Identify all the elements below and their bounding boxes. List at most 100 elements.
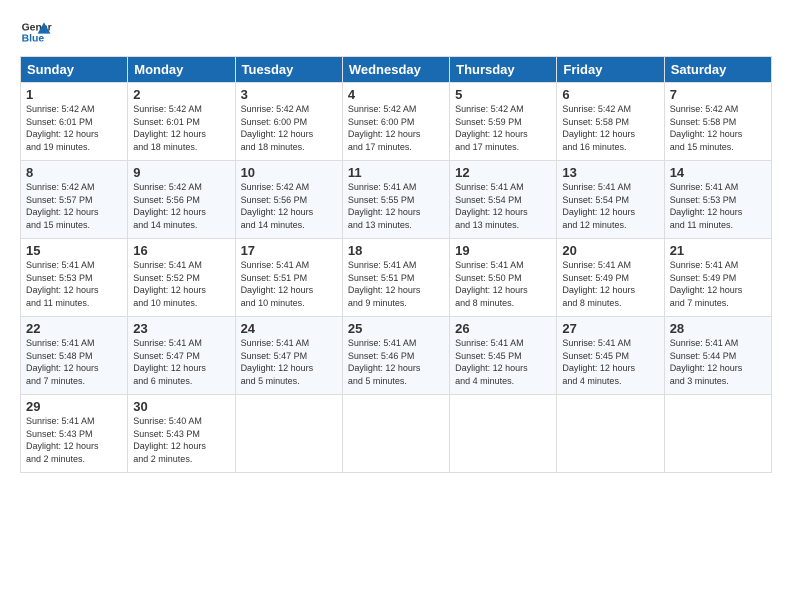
day-info: Sunrise: 5:41 AM Sunset: 5:43 PM Dayligh… [26, 415, 122, 465]
day-info: Sunrise: 5:42 AM Sunset: 6:00 PM Dayligh… [348, 103, 444, 153]
day-number: 20 [562, 243, 658, 258]
svg-text:Blue: Blue [22, 34, 45, 45]
calendar-cell: 25Sunrise: 5:41 AM Sunset: 5:46 PM Dayli… [342, 317, 449, 395]
day-number: 2 [133, 87, 229, 102]
weekday-header-friday: Friday [557, 57, 664, 83]
day-info: Sunrise: 5:41 AM Sunset: 5:44 PM Dayligh… [670, 337, 766, 387]
logo: General Blue [20, 16, 52, 48]
day-info: Sunrise: 5:41 AM Sunset: 5:54 PM Dayligh… [455, 181, 551, 231]
day-number: 15 [26, 243, 122, 258]
calendar-cell: 4Sunrise: 5:42 AM Sunset: 6:00 PM Daylig… [342, 83, 449, 161]
day-info: Sunrise: 5:41 AM Sunset: 5:53 PM Dayligh… [670, 181, 766, 231]
day-info: Sunrise: 5:41 AM Sunset: 5:49 PM Dayligh… [670, 259, 766, 309]
day-info: Sunrise: 5:41 AM Sunset: 5:53 PM Dayligh… [26, 259, 122, 309]
day-info: Sunrise: 5:42 AM Sunset: 5:56 PM Dayligh… [133, 181, 229, 231]
day-number: 9 [133, 165, 229, 180]
day-info: Sunrise: 5:41 AM Sunset: 5:51 PM Dayligh… [241, 259, 337, 309]
day-info: Sunrise: 5:42 AM Sunset: 5:56 PM Dayligh… [241, 181, 337, 231]
day-number: 7 [670, 87, 766, 102]
day-info: Sunrise: 5:42 AM Sunset: 6:01 PM Dayligh… [133, 103, 229, 153]
calendar-cell: 10Sunrise: 5:42 AM Sunset: 5:56 PM Dayli… [235, 161, 342, 239]
calendar-cell: 14Sunrise: 5:41 AM Sunset: 5:53 PM Dayli… [664, 161, 771, 239]
calendar-cell: 13Sunrise: 5:41 AM Sunset: 5:54 PM Dayli… [557, 161, 664, 239]
day-info: Sunrise: 5:41 AM Sunset: 5:50 PM Dayligh… [455, 259, 551, 309]
calendar-cell: 29Sunrise: 5:41 AM Sunset: 5:43 PM Dayli… [21, 395, 128, 473]
day-info: Sunrise: 5:42 AM Sunset: 5:59 PM Dayligh… [455, 103, 551, 153]
calendar-table: SundayMondayTuesdayWednesdayThursdayFrid… [20, 56, 772, 473]
calendar-cell: 9Sunrise: 5:42 AM Sunset: 5:56 PM Daylig… [128, 161, 235, 239]
calendar-page: General Blue SundayMondayTuesdayWednesda… [0, 0, 792, 612]
day-number: 5 [455, 87, 551, 102]
day-number: 4 [348, 87, 444, 102]
calendar-cell [235, 395, 342, 473]
day-info: Sunrise: 5:41 AM Sunset: 5:45 PM Dayligh… [455, 337, 551, 387]
calendar-cell: 8Sunrise: 5:42 AM Sunset: 5:57 PM Daylig… [21, 161, 128, 239]
day-info: Sunrise: 5:41 AM Sunset: 5:51 PM Dayligh… [348, 259, 444, 309]
calendar-cell: 26Sunrise: 5:41 AM Sunset: 5:45 PM Dayli… [450, 317, 557, 395]
day-number: 27 [562, 321, 658, 336]
day-info: Sunrise: 5:41 AM Sunset: 5:47 PM Dayligh… [133, 337, 229, 387]
day-number: 22 [26, 321, 122, 336]
calendar-cell: 2Sunrise: 5:42 AM Sunset: 6:01 PM Daylig… [128, 83, 235, 161]
day-number: 8 [26, 165, 122, 180]
calendar-cell: 27Sunrise: 5:41 AM Sunset: 5:45 PM Dayli… [557, 317, 664, 395]
day-number: 21 [670, 243, 766, 258]
weekday-header-saturday: Saturday [664, 57, 771, 83]
day-info: Sunrise: 5:42 AM Sunset: 6:00 PM Dayligh… [241, 103, 337, 153]
day-number: 12 [455, 165, 551, 180]
day-number: 13 [562, 165, 658, 180]
calendar-cell: 21Sunrise: 5:41 AM Sunset: 5:49 PM Dayli… [664, 239, 771, 317]
weekday-header-wednesday: Wednesday [342, 57, 449, 83]
calendar-cell: 22Sunrise: 5:41 AM Sunset: 5:48 PM Dayli… [21, 317, 128, 395]
weekday-header-monday: Monday [128, 57, 235, 83]
calendar-cell: 15Sunrise: 5:41 AM Sunset: 5:53 PM Dayli… [21, 239, 128, 317]
calendar-cell: 23Sunrise: 5:41 AM Sunset: 5:47 PM Dayli… [128, 317, 235, 395]
calendar-cell [450, 395, 557, 473]
calendar-cell: 28Sunrise: 5:41 AM Sunset: 5:44 PM Dayli… [664, 317, 771, 395]
calendar-cell: 30Sunrise: 5:40 AM Sunset: 5:43 PM Dayli… [128, 395, 235, 473]
weekday-header-sunday: Sunday [21, 57, 128, 83]
day-info: Sunrise: 5:42 AM Sunset: 5:58 PM Dayligh… [670, 103, 766, 153]
day-number: 26 [455, 321, 551, 336]
day-number: 25 [348, 321, 444, 336]
calendar-cell: 3Sunrise: 5:42 AM Sunset: 6:00 PM Daylig… [235, 83, 342, 161]
calendar-cell [342, 395, 449, 473]
day-number: 3 [241, 87, 337, 102]
day-info: Sunrise: 5:42 AM Sunset: 6:01 PM Dayligh… [26, 103, 122, 153]
day-number: 30 [133, 399, 229, 414]
calendar-cell: 20Sunrise: 5:41 AM Sunset: 5:49 PM Dayli… [557, 239, 664, 317]
calendar-cell: 18Sunrise: 5:41 AM Sunset: 5:51 PM Dayli… [342, 239, 449, 317]
day-info: Sunrise: 5:41 AM Sunset: 5:54 PM Dayligh… [562, 181, 658, 231]
day-info: Sunrise: 5:41 AM Sunset: 5:55 PM Dayligh… [348, 181, 444, 231]
day-number: 19 [455, 243, 551, 258]
weekday-header-thursday: Thursday [450, 57, 557, 83]
day-number: 16 [133, 243, 229, 258]
logo-icon: General Blue [20, 16, 52, 48]
day-number: 18 [348, 243, 444, 258]
day-number: 14 [670, 165, 766, 180]
calendar-cell: 17Sunrise: 5:41 AM Sunset: 5:51 PM Dayli… [235, 239, 342, 317]
calendar-cell [664, 395, 771, 473]
calendar-cell: 1Sunrise: 5:42 AM Sunset: 6:01 PM Daylig… [21, 83, 128, 161]
day-info: Sunrise: 5:41 AM Sunset: 5:47 PM Dayligh… [241, 337, 337, 387]
day-number: 11 [348, 165, 444, 180]
day-number: 28 [670, 321, 766, 336]
calendar-cell: 11Sunrise: 5:41 AM Sunset: 5:55 PM Dayli… [342, 161, 449, 239]
day-info: Sunrise: 5:41 AM Sunset: 5:46 PM Dayligh… [348, 337, 444, 387]
day-info: Sunrise: 5:41 AM Sunset: 5:48 PM Dayligh… [26, 337, 122, 387]
weekday-header-tuesday: Tuesday [235, 57, 342, 83]
day-info: Sunrise: 5:42 AM Sunset: 5:58 PM Dayligh… [562, 103, 658, 153]
day-number: 10 [241, 165, 337, 180]
calendar-cell: 16Sunrise: 5:41 AM Sunset: 5:52 PM Dayli… [128, 239, 235, 317]
day-number: 24 [241, 321, 337, 336]
day-info: Sunrise: 5:40 AM Sunset: 5:43 PM Dayligh… [133, 415, 229, 465]
day-number: 6 [562, 87, 658, 102]
day-info: Sunrise: 5:41 AM Sunset: 5:49 PM Dayligh… [562, 259, 658, 309]
calendar-cell: 12Sunrise: 5:41 AM Sunset: 5:54 PM Dayli… [450, 161, 557, 239]
calendar-cell: 24Sunrise: 5:41 AM Sunset: 5:47 PM Dayli… [235, 317, 342, 395]
day-number: 23 [133, 321, 229, 336]
calendar-cell [557, 395, 664, 473]
day-info: Sunrise: 5:42 AM Sunset: 5:57 PM Dayligh… [26, 181, 122, 231]
calendar-cell: 6Sunrise: 5:42 AM Sunset: 5:58 PM Daylig… [557, 83, 664, 161]
header: General Blue [20, 16, 772, 48]
